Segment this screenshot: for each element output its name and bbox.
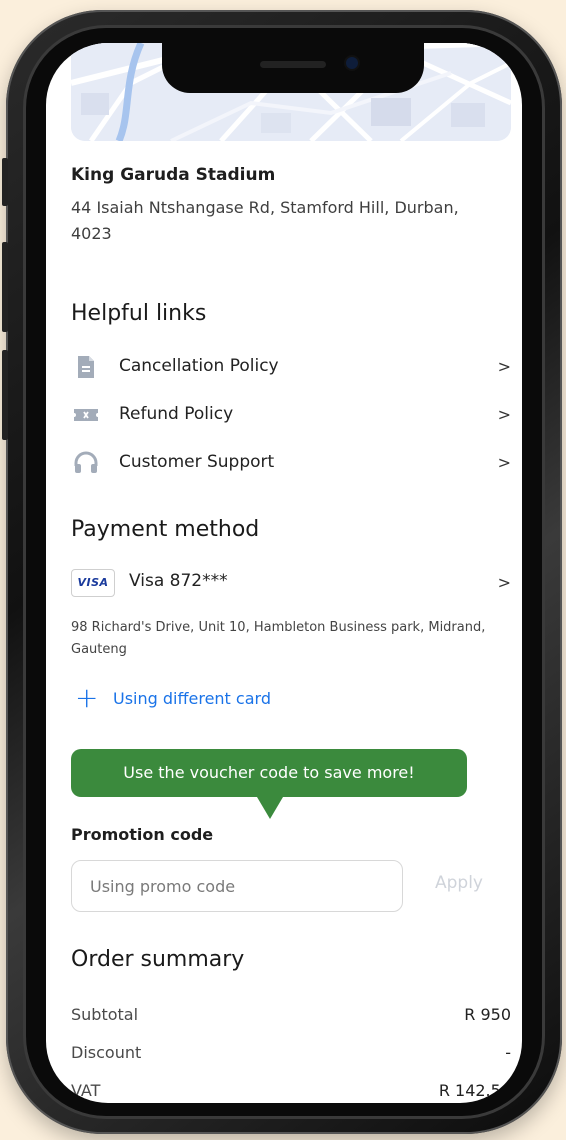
- headset-icon: [74, 451, 98, 473]
- phone-volume-down-button: [2, 350, 8, 440]
- payment-method-title: Payment method: [71, 517, 260, 542]
- screen: King Garuda Stadium 44 Isaiah Ntshangase…: [46, 43, 522, 1103]
- link-customer-support[interactable]: Customer Support >: [71, 445, 511, 481]
- venue-address: 44 Isaiah Ntshangase Rd, Stamford Hill, …: [71, 198, 459, 243]
- link-label: Customer Support: [119, 452, 275, 472]
- phone-side-button: [2, 158, 8, 206]
- use-different-card-button[interactable]: + Using different card: [71, 681, 331, 721]
- venue-name: King Garuda Stadium: [71, 165, 276, 185]
- summary-label: VAT: [71, 1081, 101, 1100]
- helpful-links-title: Helpful links: [71, 301, 207, 326]
- summary-value: R 950: [464, 1005, 511, 1024]
- summary-row-vat: VAT R 142.50: [71, 1081, 511, 1103]
- summary-label: Subtotal: [71, 1005, 139, 1024]
- voucher-tooltip: Use the voucher code to save more!: [71, 749, 467, 797]
- order-summary-title: Order summary: [71, 947, 245, 972]
- promotion-code-label: Promotion code: [71, 825, 214, 844]
- link-label: Cancellation Policy: [119, 356, 279, 376]
- summary-row-discount: Discount -: [71, 1043, 511, 1071]
- link-label: Refund Policy: [119, 404, 234, 424]
- front-camera: [346, 57, 358, 69]
- link-refund-policy[interactable]: Refund Policy >: [71, 397, 511, 433]
- plus-icon: +: [75, 681, 99, 714]
- phone-notch: [162, 43, 424, 93]
- use-different-card-label: Using different card: [113, 689, 271, 708]
- document-icon: [78, 356, 94, 378]
- chevron-right-icon: >: [497, 357, 511, 376]
- chevron-right-icon: >: [497, 453, 511, 472]
- phone-frame: King Garuda Stadium 44 Isaiah Ntshangase…: [2, 10, 562, 1134]
- speaker-grille: [260, 61, 326, 68]
- ticket-icon: [74, 409, 98, 421]
- chevron-right-icon: >: [497, 573, 511, 592]
- summary-value: -: [505, 1043, 511, 1062]
- visa-card-icon: VISA: [71, 569, 115, 597]
- selected-card-row[interactable]: VISA Visa 872*** >: [71, 569, 511, 605]
- summary-value: R 142.50: [438, 1081, 511, 1100]
- billing-address: 98 Richard's Drive, Unit 10, Hambleton B…: [71, 620, 486, 657]
- link-cancellation-policy[interactable]: Cancellation Policy >: [71, 349, 511, 385]
- summary-row-subtotal: Subtotal R 950: [71, 1005, 511, 1033]
- chevron-right-icon: >: [497, 405, 511, 424]
- tooltip-arrow: [257, 797, 283, 819]
- apply-promo-button[interactable]: Apply: [435, 873, 483, 893]
- card-label: Visa 872***: [129, 571, 228, 591]
- promo-code-input[interactable]: [71, 860, 403, 912]
- phone-volume-up-button: [2, 242, 8, 332]
- summary-label: Discount: [71, 1043, 142, 1062]
